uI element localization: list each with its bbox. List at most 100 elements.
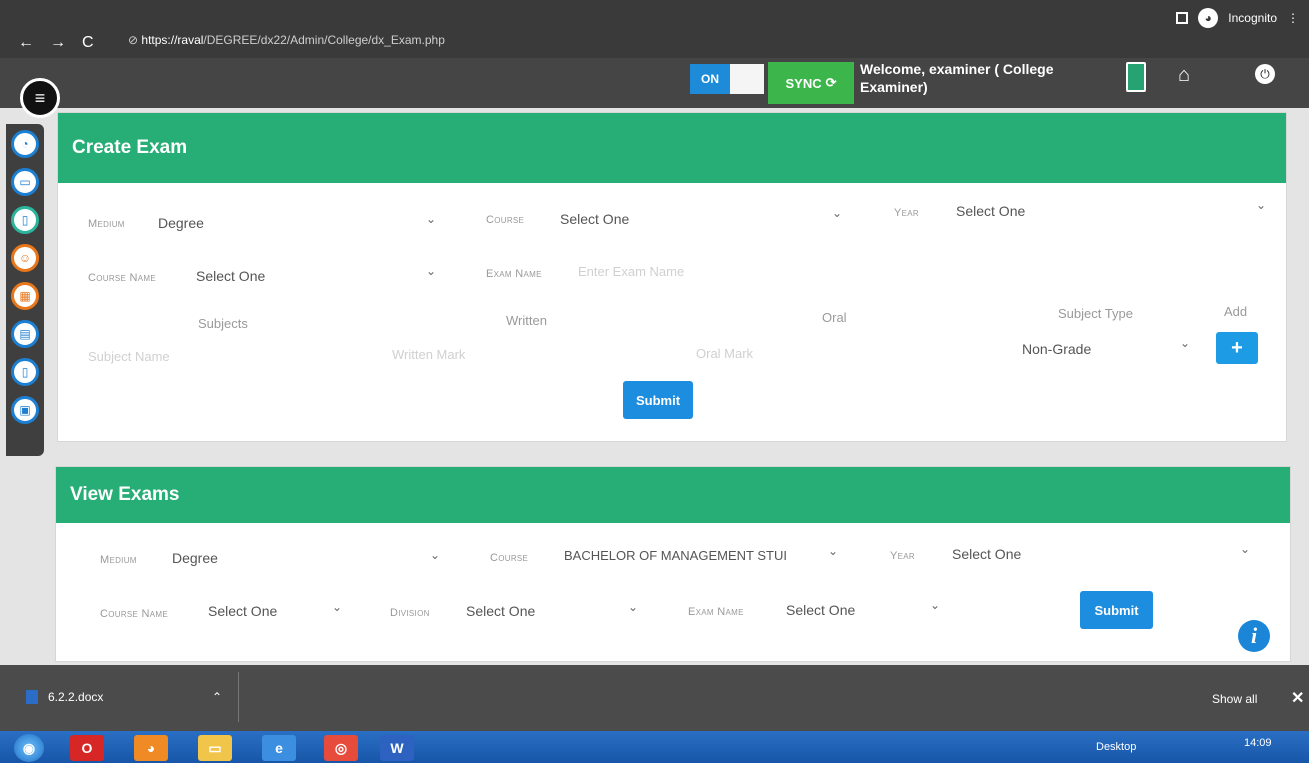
side-nav-users-icon[interactable]: ☺ — [11, 244, 39, 272]
view-year-select[interactable]: Select One — [952, 546, 1021, 562]
col-subjects: Subjects — [198, 316, 248, 331]
view-exam-name-select[interactable]: Select One — [786, 602, 855, 618]
medium-select[interactable]: Degree — [158, 215, 204, 231]
course-name-chevron-down-icon[interactable]: ⌄ — [426, 264, 436, 278]
year-chevron-down-icon[interactable]: ⌄ — [1256, 198, 1266, 212]
side-nav-dashboard-icon[interactable]: ◔ — [11, 130, 39, 158]
view-exam-name-label: Exam Name — [688, 606, 744, 618]
home-icon[interactable]: ⌂ — [1178, 64, 1190, 87]
create-exam-submit-button[interactable]: Submit — [623, 381, 693, 419]
browser-top-right: ◕ Incognito ⋮ — [1176, 8, 1299, 28]
medium-chevron-down-icon[interactable]: ⌄ — [426, 212, 436, 226]
status-indicator[interactable] — [1126, 62, 1146, 92]
show-all-link[interactable]: Show all — [1212, 692, 1257, 706]
incognito-label: Incognito — [1228, 11, 1277, 25]
browser-chrome: ◕ Incognito ⋮ ← → C ⊘ https://raval/DEGR… — [0, 0, 1309, 58]
opera-icon[interactable]: O — [70, 735, 104, 761]
start-button-icon[interactable]: ◉ — [14, 734, 44, 762]
site-info-icon[interactable]: ⊘ — [128, 33, 141, 47]
division-select[interactable]: Select One — [466, 603, 535, 619]
back-icon[interactable]: ← — [18, 34, 34, 52]
toggle-knob — [730, 64, 764, 94]
add-subject-button[interactable]: + — [1216, 332, 1258, 364]
side-nav-wallet-icon[interactable]: ▭ — [11, 168, 39, 196]
year-select[interactable]: Select One — [956, 203, 1025, 219]
reload-icon[interactable]: C — [82, 34, 94, 52]
address-bar[interactable]: ⊘ https://raval/DEGREE/dx22/Admin/Colleg… — [128, 33, 445, 47]
chrome-icon[interactable]: ◎ — [324, 735, 358, 761]
url-path: /DEGREE/dx22/Admin/College/dx_Exam.php — [203, 33, 445, 47]
side-nav-document-icon[interactable]: ▤ — [11, 320, 39, 348]
oral-mark-input[interactable]: Oral Mark — [696, 346, 753, 361]
chevron-up-icon[interactable]: ⌃ — [212, 690, 222, 704]
view-medium-chevron-down-icon[interactable]: ⌄ — [430, 548, 440, 562]
division-chevron-down-icon[interactable]: ⌄ — [628, 600, 638, 614]
medium-label: Medium — [88, 218, 125, 230]
desktop-toolbar[interactable]: Desktop — [1096, 741, 1136, 753]
folder-icon[interactable]: ▭ — [198, 735, 232, 761]
side-nav-reports-icon[interactable]: ▦ — [11, 282, 39, 310]
download-bar — [0, 665, 1309, 731]
year-label: Year — [894, 207, 919, 219]
download-file-name: 6.2.2.docx — [48, 690, 104, 704]
sync-label: SYNC — [785, 75, 822, 91]
app-header — [0, 58, 1309, 108]
download-item[interactable]: 6.2.2.docx — [26, 690, 103, 704]
sync-icon: ⟳ — [825, 75, 837, 90]
view-year-label: Year — [890, 550, 915, 562]
view-year-chevron-down-icon[interactable]: ⌄ — [1240, 542, 1250, 556]
view-medium-label: Medium — [100, 554, 137, 566]
toggle-label: ON — [690, 64, 730, 94]
url-host: https://raval — [141, 33, 204, 47]
written-mark-input[interactable]: Written Mark — [392, 347, 465, 362]
course-chevron-down-icon[interactable]: ⌄ — [832, 206, 842, 220]
window-icon[interactable] — [1176, 12, 1189, 24]
word-doc-icon — [26, 690, 38, 704]
view-exams-card: View Exams — [55, 466, 1291, 662]
download-divider — [238, 672, 239, 722]
col-add: Add — [1224, 304, 1248, 319]
side-nav-file-icon[interactable]: ▯ — [11, 358, 39, 386]
view-course-name-label: Course Name — [100, 608, 169, 620]
view-exam-name-chevron-down-icon[interactable]: ⌄ — [930, 598, 940, 612]
course-label: Course — [486, 214, 525, 226]
col-written: Written — [506, 313, 547, 328]
firefox-icon[interactable]: ◕ — [134, 735, 168, 761]
view-medium-select[interactable]: Degree — [172, 550, 218, 566]
menu-logo-icon[interactable]: ≡ — [20, 78, 60, 118]
subject-type-chevron-down-icon[interactable]: ⌄ — [1180, 336, 1190, 350]
col-subject-type: Subject Type — [1058, 306, 1133, 321]
course-name-label: Course Name — [88, 272, 157, 284]
clock: 14:09 — [1244, 737, 1272, 749]
view-course-label: Course — [490, 552, 529, 564]
course-name-select[interactable]: Select One — [196, 268, 265, 284]
word-icon[interactable]: W — [380, 735, 414, 761]
welcome-text: Welcome, examiner ( College Examiner) — [860, 61, 1054, 95]
menu-icon[interactable]: ⋮ — [1287, 11, 1299, 25]
sync-button[interactable]: SYNC ⟳ — [768, 62, 854, 104]
view-course-select[interactable]: BACHELOR OF MANAGEMENT STUI — [564, 548, 787, 563]
view-course-name-select[interactable]: Select One — [208, 603, 277, 619]
col-oral: Oral — [822, 310, 847, 325]
internet-explorer-icon[interactable]: e — [262, 735, 296, 761]
incognito-icon: ◕ — [1198, 8, 1219, 28]
close-icon[interactable]: ✕ — [1291, 688, 1304, 708]
division-label: Division — [390, 607, 430, 619]
nav-buttons: ← → C — [18, 34, 94, 52]
course-select[interactable]: Select One — [560, 211, 629, 227]
view-course-chevron-down-icon[interactable]: ⌄ — [828, 544, 838, 558]
side-nav: ◔ ▭ ▯ ☺ ▦ ▤ ▯ ▣ — [6, 124, 44, 456]
power-icon[interactable]: ⏻ — [1255, 64, 1275, 84]
exam-name-label: Exam Name — [486, 268, 542, 280]
side-nav-exam-icon[interactable]: ▯ — [11, 206, 39, 234]
online-toggle[interactable]: ON — [690, 64, 764, 94]
exam-name-input[interactable]: Enter Exam Name — [578, 264, 684, 279]
create-exam-title: Create Exam — [58, 113, 1286, 183]
side-nav-calendar-icon[interactable]: ▣ — [11, 396, 39, 424]
subject-type-select[interactable]: Non-Grade — [1022, 341, 1091, 357]
forward-icon[interactable]: → — [50, 34, 66, 52]
view-course-name-chevron-down-icon[interactable]: ⌄ — [332, 600, 342, 614]
view-exams-submit-button[interactable]: Submit — [1080, 591, 1153, 629]
info-icon[interactable]: i — [1238, 620, 1270, 652]
subject-name-input[interactable]: Subject Name — [88, 349, 170, 364]
